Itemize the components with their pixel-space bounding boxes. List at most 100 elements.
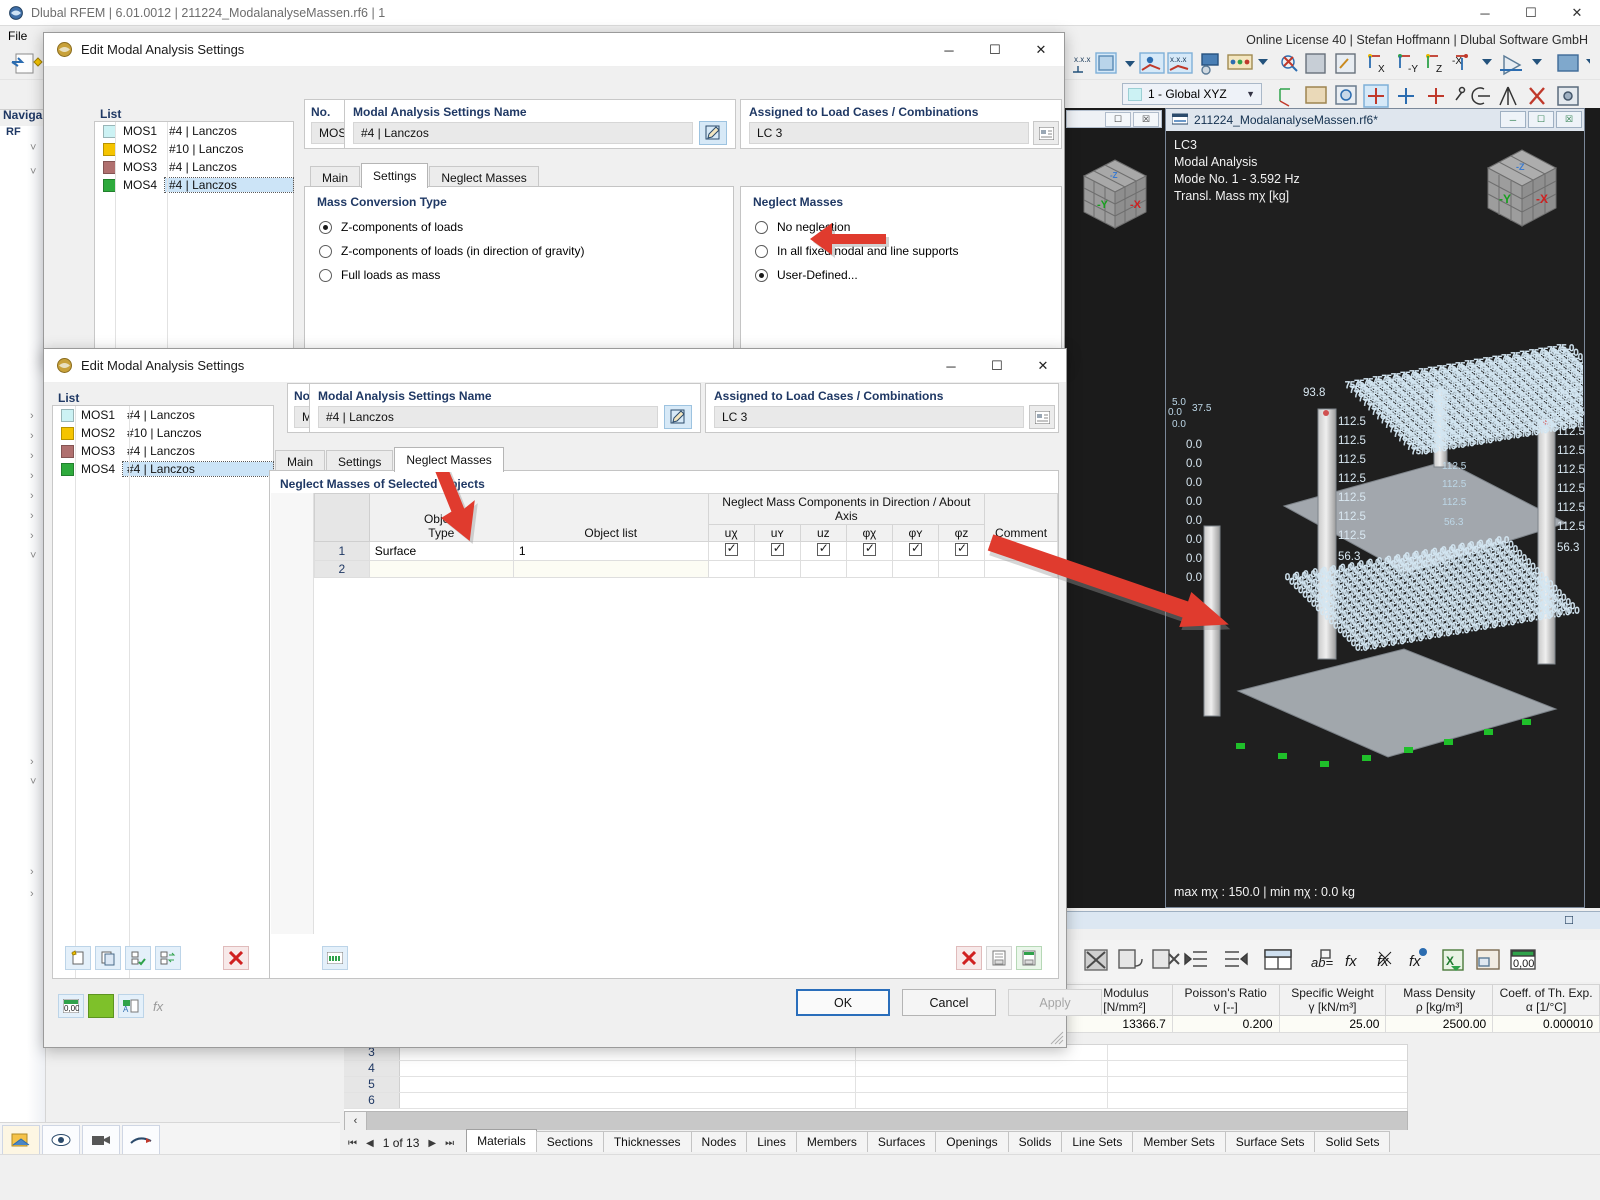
checkbox-phiz[interactable] (955, 543, 968, 556)
radio-icon[interactable] (319, 269, 332, 282)
bottom-tab-surfaces[interactable]: Surfaces (867, 1131, 936, 1152)
cell-phiy[interactable] (892, 561, 938, 578)
cell-uy[interactable] (754, 542, 800, 561)
menu-item-file[interactable]: File (8, 29, 27, 43)
dialog-back-tabs[interactable]: Main Settings Neglect Masses (310, 163, 540, 188)
dialog-front-name-value[interactable]: #4 | Lanczos (318, 406, 658, 428)
cell-poissons-ratio[interactable]: 0.200 (1172, 1016, 1279, 1033)
chevron-right-icon[interactable]: › (30, 510, 34, 522)
cell-specific-weight[interactable]: 25.00 (1279, 1016, 1386, 1033)
list-item[interactable]: MOS1 #4 | Lanczos (53, 406, 273, 424)
bottom-tab-line-sets[interactable]: Line Sets (1061, 1131, 1133, 1152)
chevron-right-icon[interactable]: › (30, 450, 34, 462)
mdi-close-button[interactable]: ☒ (1556, 111, 1582, 128)
dialog-action-buttons[interactable]: OK Cancel Apply (796, 989, 1102, 1016)
chevron-right-icon[interactable]: › (30, 410, 34, 422)
sync-entries-icon[interactable] (155, 946, 181, 970)
cell-mass-density[interactable]: 2500.00 (1386, 1016, 1493, 1033)
apply-all-icon[interactable] (125, 946, 151, 970)
dialog-front-tabs[interactable]: Main Settings Neglect Masses (275, 447, 505, 472)
radio-z-components[interactable]: Z-components of loads (319, 220, 584, 234)
chevron-down-icon[interactable]: ˅ (30, 550, 36, 562)
chevron-down-icon[interactable]: ▼ (1246, 89, 1255, 99)
apply-button[interactable]: Apply (1008, 989, 1102, 1016)
visibility-eye-icon[interactable] (42, 1125, 80, 1155)
grid-cell[interactable] (1108, 1061, 1358, 1076)
cell-phiy[interactable] (892, 542, 938, 561)
units-icon[interactable]: 0,00 (58, 994, 84, 1018)
cell-object-list[interactable] (513, 561, 708, 578)
bottom-tab-members[interactable]: Members (796, 1131, 868, 1152)
grid-cell[interactable] (1108, 1045, 1358, 1060)
formula-icon[interactable]: fx (148, 994, 174, 1018)
cell-comment[interactable] (985, 561, 1058, 578)
tab-neglect-masses[interactable]: Neglect Masses (394, 447, 503, 472)
select-load-cases-button[interactable] (1029, 405, 1055, 429)
grid-cell[interactable] (1108, 1077, 1358, 1092)
dialog-footer-toolbar[interactable]: 0,00 A fx (58, 994, 178, 1018)
list-item[interactable]: MOS3 #4 | Lanczos (53, 442, 273, 460)
list-item[interactable]: MOS4 #4 | Lanczos (53, 460, 273, 478)
dialog-back-name-value[interactable]: #4 | Lanczos (353, 122, 693, 144)
bottom-tab-surface-sets[interactable]: Surface Sets (1225, 1131, 1316, 1152)
chevron-down-icon[interactable]: ˅ (30, 776, 36, 788)
cell-ux[interactable] (708, 561, 754, 578)
pager-first-button[interactable]: ⏮ (348, 1138, 357, 1149)
bottom-tab-solids[interactable]: Solids (1008, 1131, 1063, 1152)
chevron-right-icon[interactable]: › (30, 530, 34, 542)
grid-cell[interactable] (856, 1093, 1108, 1108)
cell-coeff-th-exp[interactable]: 0.000010 (1493, 1016, 1600, 1033)
radio-icon[interactable] (319, 221, 332, 234)
grid-cell[interactable] (856, 1061, 1108, 1076)
cell-ux[interactable] (708, 542, 754, 561)
pager-next-button[interactable]: ▶ (428, 1138, 436, 1149)
bottom-tab-bar[interactable]: ⏮ ◀ 1 of 13 ▶ ⏭ Materials Sections Thick… (344, 1130, 1600, 1152)
chevron-down-icon[interactable]: ˅ (30, 166, 36, 178)
cell-uz[interactable] (800, 561, 846, 578)
dialog-front-close[interactable]: ✕ (1020, 349, 1066, 383)
grid-cell[interactable] (856, 1077, 1108, 1092)
bottom-tab-solid-sets[interactable]: Solid Sets (1314, 1131, 1390, 1152)
radio-no-neglection[interactable]: No neglection (755, 220, 958, 234)
bottom-tab-lines[interactable]: Lines (746, 1131, 797, 1152)
open-view-icon[interactable] (2, 1125, 40, 1155)
navigator-panel[interactable]: RF ˅ ˅ › › › › › › › ˅ › ˅ › › (0, 126, 46, 1126)
list-item[interactable]: MOS3 #4 | Lanczos (95, 158, 293, 176)
edit-name-button[interactable] (664, 405, 692, 429)
dialog-back-minimize[interactable]: ─ (926, 33, 972, 67)
dialog-back-assigned-value[interactable]: LC 3 (749, 122, 1029, 144)
checkbox-phix[interactable] (863, 543, 876, 556)
tab-neglect-masses[interactable]: Neglect Masses (429, 166, 538, 188)
display-properties-icon[interactable]: A (118, 994, 144, 1018)
record-pager[interactable]: ⏮ ◀ 1 of 13 ▶ ⏭ (344, 1136, 466, 1152)
dialog-front-list[interactable]: MOS1 #4 | Lanczos MOS2 #10 | Lanczos MOS… (52, 405, 274, 979)
dialog-back-maximize[interactable]: ☐ (972, 33, 1018, 67)
orientation-cube-secondary[interactable]: -Y -X -Z (1072, 150, 1158, 236)
tab-main[interactable]: Main (310, 166, 360, 188)
resize-grip[interactable] (1050, 1031, 1064, 1045)
checkbox-uy[interactable] (771, 543, 784, 556)
radio-fixed-supports[interactable]: In all fixed nodal and line supports (755, 244, 958, 258)
radio-icon[interactable] (755, 221, 768, 234)
results-diagram-icon[interactable] (122, 1125, 160, 1155)
color-icon[interactable] (88, 994, 114, 1018)
mdi-minimize-button[interactable]: ─ (1500, 111, 1526, 128)
cancel-button[interactable]: Cancel (902, 989, 996, 1016)
list-item[interactable]: MOS2 #10 | Lanczos (53, 424, 273, 442)
list-item[interactable]: MOS2 #10 | Lanczos (95, 140, 293, 158)
bottom-tab-member-sets[interactable]: Member Sets (1132, 1131, 1225, 1152)
tab-settings[interactable]: Settings (361, 163, 428, 188)
tab-main[interactable]: Main (275, 450, 325, 472)
bottom-tab-openings[interactable]: Openings (935, 1131, 1008, 1152)
edit-name-button[interactable] (699, 121, 727, 145)
radio-icon[interactable] (755, 245, 768, 258)
dialog-front-minimize[interactable]: ─ (928, 349, 974, 383)
close-button[interactable]: ✕ (1554, 0, 1600, 26)
dialog-front-assigned-value[interactable]: LC 3 (714, 406, 1024, 428)
chevron-right-icon[interactable]: › (30, 430, 34, 442)
list-toolbar[interactable] (65, 946, 253, 970)
chevron-right-icon[interactable]: › (30, 490, 34, 502)
select-load-cases-button[interactable] (1033, 121, 1059, 145)
checkbox-phiy[interactable] (909, 543, 922, 556)
cell-phix[interactable] (846, 542, 892, 561)
